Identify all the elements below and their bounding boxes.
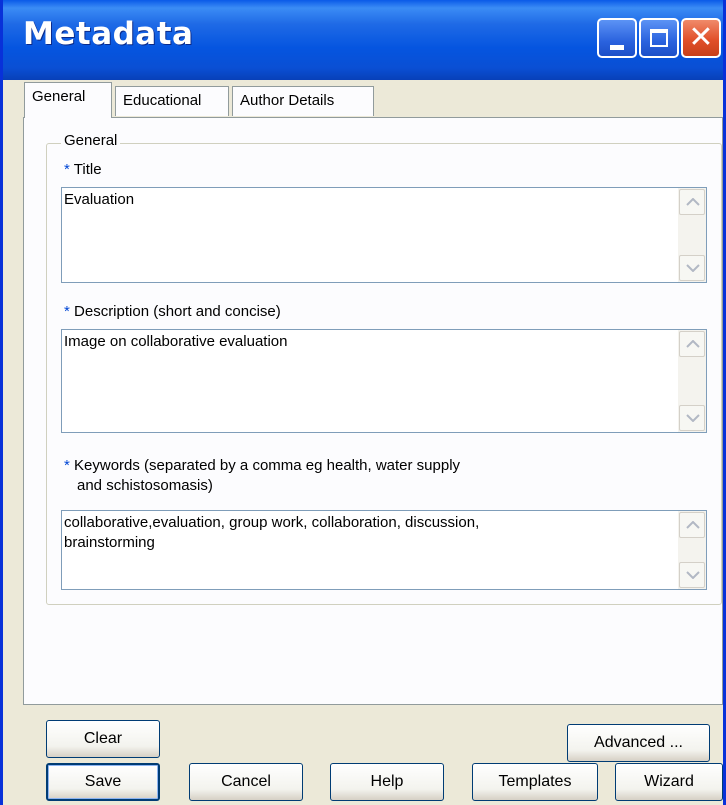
close-icon: ✕ [688, 20, 714, 55]
minimize-icon [610, 45, 624, 50]
title-label-text: Title [73, 161, 102, 178]
title-scrollbar[interactable] [678, 188, 706, 282]
title-bar[interactable]: Metadata ✕ [3, 0, 723, 80]
minimize-button[interactable] [597, 18, 637, 58]
tab-general[interactable]: General [24, 82, 112, 118]
templates-button[interactable]: Templates [472, 763, 598, 801]
keywords-value-line1: collaborative,evaluation, group work, co… [64, 514, 480, 531]
keywords-field[interactable]: collaborative,evaluation, group work, co… [61, 510, 707, 590]
description-label: * Description (short and concise) [64, 302, 281, 322]
title-field[interactable]: Evaluation [61, 187, 707, 283]
save-button[interactable]: Save [46, 763, 160, 801]
chevron-up-icon [686, 340, 700, 348]
wizard-button[interactable]: Wizard [615, 763, 723, 801]
window-title: Metadata [23, 16, 194, 52]
scroll-down-button[interactable] [679, 562, 705, 588]
keywords-value: collaborative,evaluation, group work, co… [64, 513, 676, 553]
close-button[interactable]: ✕ [681, 18, 721, 58]
title-label: * Title [64, 160, 102, 180]
cancel-button[interactable]: Cancel [189, 763, 303, 801]
groupbox-title: General [61, 132, 121, 149]
tab-author-details[interactable]: Author Details [232, 86, 374, 116]
keywords-label-line1: Keywords (separated by a comma eg health… [74, 457, 461, 474]
help-button[interactable]: Help [330, 763, 444, 801]
keywords-label: * Keywords (separated by a comma eg heal… [64, 456, 460, 496]
chevron-down-icon [686, 264, 700, 272]
keywords-label-line2: and schistosomasis) [77, 477, 213, 494]
keywords-scrollbar[interactable] [678, 511, 706, 589]
maximize-icon [650, 29, 668, 47]
scroll-up-button[interactable] [679, 512, 705, 538]
chevron-up-icon [686, 521, 700, 529]
tab-educational[interactable]: Educational [115, 86, 229, 116]
maximize-button[interactable] [639, 18, 679, 58]
description-scrollbar[interactable] [678, 330, 706, 432]
description-value: Image on collaborative evaluation [64, 333, 288, 350]
required-marker: * [64, 303, 70, 320]
chevron-down-icon [686, 571, 700, 579]
scroll-down-button[interactable] [679, 255, 705, 281]
scroll-up-button[interactable] [679, 189, 705, 215]
advanced-button[interactable]: Advanced ... [567, 724, 710, 762]
scroll-up-button[interactable] [679, 331, 705, 357]
description-field[interactable]: Image on collaborative evaluation [61, 329, 707, 433]
scroll-down-button[interactable] [679, 405, 705, 431]
chevron-up-icon [686, 198, 700, 206]
chevron-down-icon [686, 414, 700, 422]
clear-button[interactable]: Clear [46, 720, 160, 758]
description-label-text: Description (short and concise) [74, 303, 281, 320]
keywords-value-line2: brainstorming [64, 534, 155, 551]
title-value: Evaluation [64, 191, 135, 208]
required-marker: * [64, 161, 70, 178]
metadata-window: Metadata ✕ General Educational Author De… [0, 0, 726, 805]
required-marker: * [64, 457, 70, 474]
